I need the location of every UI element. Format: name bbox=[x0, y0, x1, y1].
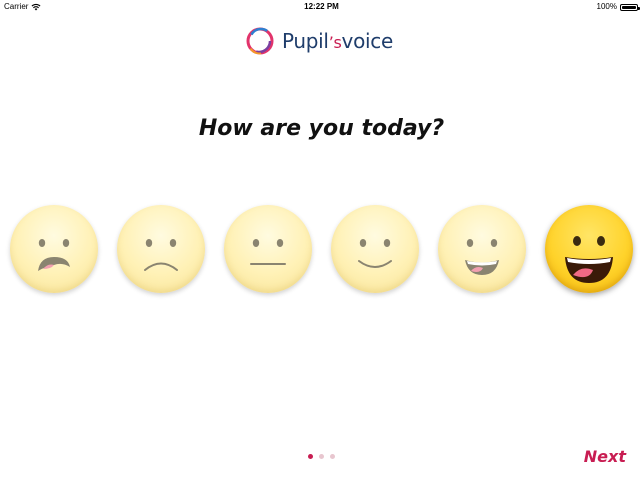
question-heading: How are you today? bbox=[198, 116, 445, 141]
logo-text: Pupil’svoice bbox=[282, 29, 393, 53]
content-face-icon bbox=[358, 239, 392, 268]
status-bar: Carrier 12:22 PM 100% bbox=[0, 0, 643, 14]
neutral-face-icon bbox=[250, 239, 286, 265]
happy-face-icon bbox=[465, 239, 499, 275]
logo-part1: Pupil bbox=[282, 29, 329, 53]
very-sad-face-icon bbox=[38, 239, 70, 271]
mood-happy-button[interactable] bbox=[438, 205, 526, 293]
status-time: 12:22 PM bbox=[304, 2, 339, 11]
very-happy-face-icon bbox=[565, 236, 613, 283]
mood-very-happy-button[interactable] bbox=[545, 205, 633, 293]
sad-face-icon bbox=[144, 239, 178, 271]
logo-apostrophe: ’s bbox=[328, 33, 342, 52]
page-dot-2[interactable] bbox=[319, 454, 324, 459]
page-dot-3[interactable] bbox=[330, 454, 335, 459]
battery-icon bbox=[620, 3, 640, 11]
logo-part2: voice bbox=[341, 29, 394, 53]
next-button[interactable]: Next bbox=[584, 447, 626, 466]
status-right: 100% bbox=[596, 0, 640, 14]
mood-neutral-button[interactable] bbox=[224, 205, 312, 293]
mood-very-sad-button[interactable] bbox=[10, 205, 98, 293]
pupils-voice-ring-logo bbox=[246, 27, 274, 55]
battery-percent: 100% bbox=[596, 2, 617, 11]
app-logo: Pupil’svoice bbox=[243, 24, 393, 58]
page-indicator bbox=[0, 454, 643, 459]
mood-sad-button[interactable] bbox=[117, 205, 205, 293]
mood-content-button[interactable] bbox=[331, 205, 419, 293]
page-dot-1[interactable] bbox=[308, 454, 313, 459]
mood-selector bbox=[0, 200, 643, 300]
